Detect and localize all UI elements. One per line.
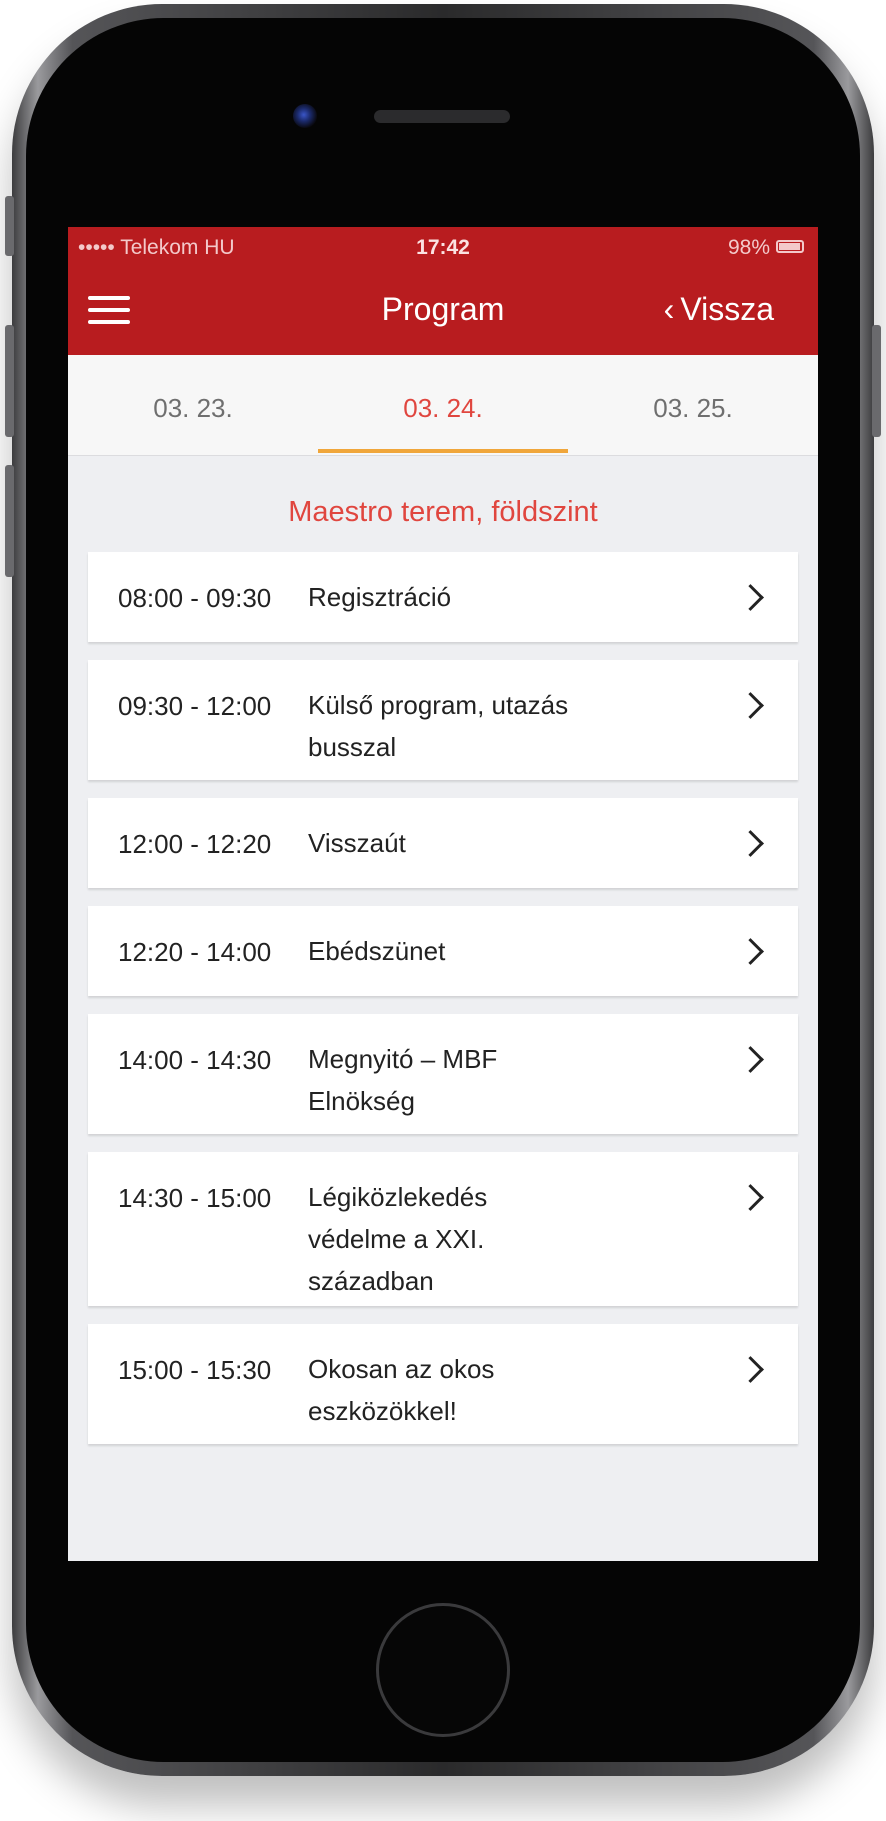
session-item[interactable]: 12:00 - 12:20 Visszaút — [88, 798, 798, 888]
session-title: Külső program, utazás busszal — [308, 690, 569, 762]
session-item[interactable]: 14:30 - 15:00 Légiközlekedés védelme a X… — [88, 1152, 798, 1306]
session-time: 08:00 - 09:30 — [118, 583, 272, 613]
session-time: 12:20 - 14:00 — [118, 937, 272, 967]
home-button[interactable] — [376, 1603, 510, 1737]
app-screen: ••••• Telekom HU 17:42 98% Program ‹ Viss… — [68, 227, 818, 1561]
session-title: Visszaút — [308, 828, 406, 858]
status-bar: ••••• Telekom HU 17:42 98% — [68, 227, 818, 267]
power-button — [872, 325, 881, 437]
session-title: Okosan az okos eszközökkel! — [308, 1354, 495, 1426]
volume-up-button — [5, 325, 14, 437]
navigation-bar: Program ‹ Vissza — [68, 267, 818, 355]
session-time: 15:00 - 15:30 — [118, 1355, 272, 1385]
battery-icon — [776, 240, 804, 253]
chevron-right-icon — [737, 1184, 764, 1211]
session-item[interactable]: 14:00 - 14:30 Megnyitó – MBF Elnökség — [88, 1014, 798, 1134]
date-tabs: 03. 23. 03. 24. 03. 25. — [68, 355, 818, 456]
session-item[interactable]: 15:00 - 15:30 Okosan az okos eszközökkel… — [88, 1324, 798, 1444]
section-title: Maestro terem, földszint — [288, 496, 598, 528]
tab-date-1[interactable]: 03. 23. — [68, 393, 318, 424]
session-title: Ebédszünet — [308, 936, 446, 966]
tab-date-3[interactable]: 03. 25. — [568, 393, 818, 424]
clock: 17:42 — [416, 236, 470, 259]
chevron-right-icon — [737, 1046, 764, 1073]
chevron-right-icon — [737, 584, 764, 611]
session-item[interactable]: 08:00 - 09:30 Regisztráció — [88, 552, 798, 642]
session-title: Légiközlekedés védelme a XXI. században — [308, 1182, 488, 1296]
chevron-right-icon — [737, 692, 764, 719]
session-time: 14:30 - 15:00 — [118, 1183, 272, 1213]
session-item[interactable]: 12:20 - 14:00 Ebédszünet — [88, 906, 798, 996]
back-label: Vissza — [680, 291, 774, 327]
chevron-right-icon — [737, 830, 764, 857]
session-item[interactable]: 09:30 - 12:00 Külső program, utazás buss… — [88, 660, 798, 780]
battery-percent: 98% — [727, 236, 770, 259]
session-title: Regisztráció — [308, 582, 452, 612]
earpiece-speaker — [374, 110, 510, 123]
chevron-left-icon: ‹ — [663, 291, 675, 327]
chevron-right-icon — [737, 1356, 764, 1383]
session-time: 12:00 - 12:20 — [118, 829, 272, 859]
session-time: 09:30 - 12:00 — [118, 691, 272, 721]
tab-date-2[interactable]: 03. 24. — [318, 393, 568, 424]
session-time: 14:00 - 14:30 — [118, 1045, 272, 1075]
front-camera — [293, 104, 317, 128]
session-list: 08:00 - 09:30 Regisztráció 09:30 - 12:00… — [88, 552, 798, 1462]
chevron-right-icon — [737, 938, 764, 965]
active-tab-indicator — [318, 449, 568, 453]
session-title: Megnyitó – MBF Elnökség — [308, 1044, 498, 1116]
mute-switch — [5, 196, 14, 256]
volume-down-button — [5, 465, 14, 577]
back-button[interactable]: ‹ Vissza — [664, 291, 774, 328]
